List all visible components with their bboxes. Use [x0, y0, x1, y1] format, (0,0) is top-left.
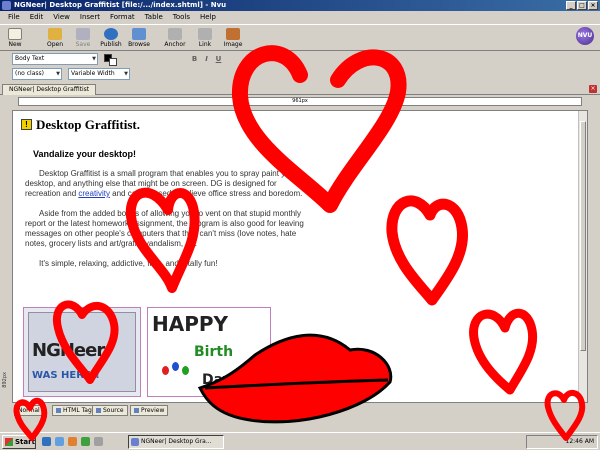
edit-mode-tabs: Normal HTML Tags Source Preview — [2, 405, 600, 417]
anchor-button[interactable]: Anchor — [162, 27, 188, 51]
image-icon — [226, 28, 240, 40]
maximize-icon[interactable]: □ — [577, 1, 587, 10]
screen: NGNeer| Desktop Graffitist [file:/.../in… — [0, 0, 600, 450]
balloon-icon — [172, 362, 179, 371]
tags-icon — [56, 408, 61, 413]
folder-icon — [48, 28, 62, 40]
thumbnail-graffiti-text: NGNeer — [32, 340, 105, 361]
new-button[interactable]: New — [2, 27, 28, 51]
horizontal-ruler: 961px — [18, 97, 582, 106]
page-subtitle: Vandalize your desktop! — [33, 149, 137, 159]
menu-file[interactable]: File — [4, 11, 24, 23]
nvu-task-icon — [131, 438, 139, 446]
balloon-icon — [162, 366, 169, 375]
document-tab-bar: NGNeer| Desktop Graffitist × — [0, 83, 600, 95]
source-icon — [96, 408, 101, 413]
quicklaunch-folder-icon[interactable] — [94, 437, 103, 446]
paragraph-1: Desktop Graffitist is a small program th… — [25, 169, 303, 198]
format-toolbar-1: Body Text B I U — [0, 52, 600, 66]
balloon-icon — [182, 366, 189, 375]
menu-bar: File Edit View Insert Format Table Tools… — [0, 11, 600, 23]
italic-button[interactable]: I — [202, 54, 211, 64]
menu-view[interactable]: View — [49, 11, 74, 23]
creativity-link[interactable]: creativity — [78, 189, 110, 198]
quicklaunch-media-icon[interactable] — [68, 437, 77, 446]
heading-row: ! Desktop Graffitist. — [21, 117, 311, 135]
browse-icon — [132, 28, 146, 40]
quicklaunch-ie-icon[interactable] — [42, 437, 51, 446]
screenshot-thumbnails: NGNeer WAS HERE!! HAPPY Birth Day — [23, 307, 271, 397]
bold-button[interactable]: B — [190, 54, 199, 64]
paragraph-3: It's simple, relaxing, addictive, free, … — [39, 259, 218, 268]
publish-button[interactable]: Publish — [98, 27, 124, 51]
nvu-logo-icon: NVU — [576, 27, 594, 45]
width-select[interactable]: Variable Width — [68, 68, 130, 80]
window-titlebar[interactable]: NGNeer| Desktop Graffitist [file:/.../in… — [0, 0, 600, 11]
tab-preview[interactable]: Preview — [130, 405, 169, 416]
vertical-scrollbar[interactable] — [578, 111, 587, 402]
thumbnail-graffiti-caption: WAS HERE!! — [32, 370, 100, 381]
thumbnail-happy-text: HAPPY — [152, 312, 229, 336]
tab-document[interactable]: NGNeer| Desktop Graffitist — [2, 84, 97, 95]
underline-button[interactable]: U — [214, 54, 223, 64]
background-color-swatch[interactable] — [109, 58, 117, 66]
clock: 12:46 AM — [565, 438, 594, 445]
thumbnail-birth-text: Birth — [194, 344, 234, 360]
vertical-ruler: 892px — [2, 110, 10, 400]
save-button[interactable]: Save — [70, 27, 96, 51]
menu-edit[interactable]: Edit — [26, 11, 48, 23]
windows-flag-icon — [5, 438, 13, 446]
taskbar: Start NGNeer| Desktop Gra... 12:46 AM — [0, 432, 600, 450]
window-controls: _ □ × — [566, 1, 598, 10]
format-toolbar-2: (no class) Variable Width — [0, 67, 600, 81]
scrollbar-thumb[interactable] — [580, 121, 586, 351]
paragraph-style-select[interactable]: Body Text — [12, 53, 98, 65]
save-icon — [76, 28, 90, 40]
editor-canvas[interactable]: ! Desktop Graffitist. Vandalize your des… — [12, 110, 588, 403]
menu-help[interactable]: Help — [196, 11, 220, 23]
thumbnail-day-text: Day — [202, 372, 232, 388]
system-tray: 12:46 AM — [526, 435, 598, 449]
image-button[interactable]: Image — [220, 27, 246, 51]
window-title: NGNeer| Desktop Graffitist [file:/.../in… — [14, 1, 227, 9]
link-icon — [198, 28, 212, 40]
close-icon[interactable]: × — [588, 1, 598, 10]
page-title: Desktop Graffitist. — [36, 117, 140, 132]
tab-normal[interactable]: Normal — [14, 405, 44, 416]
page-content: ! Desktop Graffitist. Vandalize your des… — [21, 117, 311, 269]
menu-insert[interactable]: Insert — [76, 11, 104, 23]
start-button[interactable]: Start — [2, 435, 36, 449]
taskbar-task-nvu[interactable]: NGNeer| Desktop Gra... — [128, 435, 224, 449]
class-select[interactable]: (no class) — [12, 68, 62, 80]
menu-format[interactable]: Format — [106, 11, 139, 23]
open-button[interactable]: Open — [42, 27, 68, 51]
composition-toolbar: New Open Save Publish Browse Anchor Link… — [0, 24, 600, 51]
menu-table[interactable]: Table — [141, 11, 167, 23]
menu-tools[interactable]: Tools — [169, 11, 194, 23]
warning-icon: ! — [21, 119, 32, 130]
quicklaunch-app-icon[interactable] — [81, 437, 90, 446]
height-readout: 892px — [2, 372, 8, 388]
thumbnail-ngneer[interactable]: NGNeer WAS HERE!! — [23, 307, 141, 397]
quicklaunch-desktop-icon[interactable] — [55, 437, 64, 446]
minimize-icon[interactable]: _ — [566, 1, 576, 10]
anchor-icon — [168, 28, 182, 40]
preview-icon — [134, 408, 139, 413]
paragraph-2: Aside from the added bonus of allowing y… — [25, 209, 304, 248]
width-readout: 961px — [292, 98, 308, 104]
link-button[interactable]: Link — [192, 27, 218, 51]
new-doc-icon — [8, 28, 22, 40]
nvu-app-icon — [2, 1, 11, 10]
globe-icon — [104, 28, 118, 40]
close-tab-icon[interactable]: × — [589, 85, 597, 93]
browse-button[interactable]: Browse — [126, 27, 152, 51]
thumbnail-birthday[interactable]: HAPPY Birth Day — [147, 307, 271, 397]
tab-source[interactable]: Source — [92, 405, 128, 416]
